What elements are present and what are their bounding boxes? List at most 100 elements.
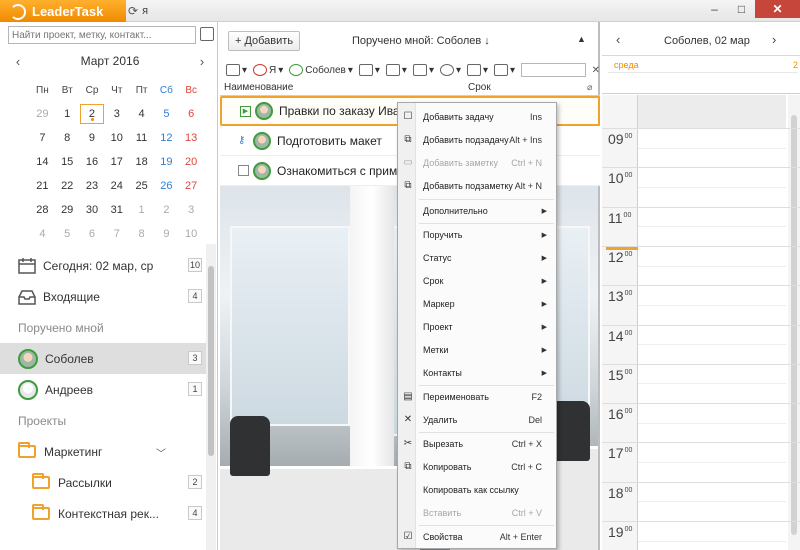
menu-item-properties[interactable]: ☑ Свойства Alt + Enter: [398, 525, 556, 548]
calendar-day[interactable]: 1: [129, 204, 154, 216]
tag-filter[interactable]: ▾: [385, 64, 407, 76]
calendar-day[interactable]: 3: [179, 204, 204, 216]
calendar-day[interactable]: 4: [30, 228, 55, 240]
column-due[interactable]: Срок: [468, 82, 491, 93]
menu-item-more[interactable]: Дополнительно ▶: [398, 199, 556, 222]
menu-item-delete[interactable]: ✕ Удалить Del: [398, 408, 556, 431]
menu-item-rename[interactable]: ▤ Переименовать F2: [398, 385, 556, 408]
calendar-icon[interactable]: [200, 27, 214, 41]
sidebar-item-today[interactable]: Сегодня: 02 мар, ср 10: [0, 250, 206, 281]
calendar-day[interactable]: 18: [129, 156, 154, 168]
menu-item-cut[interactable]: ✂ Вырезать Ctrl + X: [398, 432, 556, 455]
calendar-day[interactable]: 13: [179, 132, 204, 144]
author-filter[interactable]: Я ▾: [253, 64, 283, 76]
chevron-down-icon[interactable]: ﹀: [156, 445, 166, 460]
calendar-day[interactable]: 3: [104, 108, 129, 120]
collapse-icon[interactable]: ▲: [577, 34, 586, 44]
calendar-day-today[interactable]: 2: [79, 104, 105, 124]
calendar-day[interactable]: 14: [30, 156, 55, 168]
add-task-button[interactable]: + Добавить: [228, 31, 301, 51]
user-tab[interactable]: ⟳ я: [128, 4, 148, 18]
calendar-day[interactable]: 7: [104, 228, 129, 240]
calendar-day[interactable]: 29: [30, 108, 55, 120]
calendar-day[interactable]: 16: [80, 156, 105, 168]
menu-item-add-note[interactable]: ▭ Добавить заметку Ctrl + N: [398, 151, 556, 174]
calendar-day[interactable]: 7: [30, 132, 55, 144]
calendar-prev-button[interactable]: ‹: [10, 54, 26, 69]
calendar-day[interactable]: 27: [179, 180, 204, 192]
calendar-day[interactable]: 29: [55, 204, 80, 216]
menu-item-copy-as-link[interactable]: Копировать как ссылку: [398, 478, 556, 501]
menu-item-tags[interactable]: Метки ▶: [398, 338, 556, 361]
calendar-day[interactable]: 9: [154, 228, 179, 240]
time-filter[interactable]: ▾: [439, 64, 461, 76]
project-filter[interactable]: ▾: [358, 64, 380, 76]
day-time-grid[interactable]: 0900 1000 1100 1200 1300 1400 1500 1600 1700 1800…: [602, 95, 800, 550]
menu-item-add-subnote[interactable]: ⧉ Добавить подзаметку Alt + N: [398, 174, 556, 197]
calendar-day[interactable]: 8: [55, 132, 80, 144]
app-tab[interactable]: LeaderTask: [0, 0, 126, 22]
day-prev-button[interactable]: ‹: [616, 32, 620, 47]
task-checkbox[interactable]: [238, 165, 249, 176]
status-filter[interactable]: ▾: [494, 64, 515, 76]
calendar-day[interactable]: 4: [129, 108, 154, 120]
calendar-day[interactable]: 23: [80, 180, 105, 192]
sync-icon[interactable]: ⟳: [128, 4, 138, 18]
calendar-day[interactable]: 24: [104, 180, 129, 192]
calendar-day[interactable]: 10: [179, 228, 204, 240]
calendar-day[interactable]: 22: [55, 180, 80, 192]
marker-filter[interactable]: ▾: [467, 64, 488, 76]
calendar-day[interactable]: 20: [179, 156, 204, 168]
calendar-day[interactable]: 11: [129, 132, 154, 144]
menu-item-add-subtask[interactable]: ⧉ Добавить подзадачу Alt + Ins: [398, 128, 556, 151]
sidebar-item-mailings[interactable]: Рассылки 2: [0, 467, 206, 498]
sidebar-item-marketing[interactable]: Маркетинг ﹀: [0, 436, 206, 467]
clear-search-icon[interactable]: ✕: [592, 65, 600, 76]
task-search-input[interactable]: [521, 63, 586, 77]
calendar-day[interactable]: 8: [129, 228, 154, 240]
calendar-day[interactable]: 5: [154, 108, 179, 120]
minimize-button[interactable]: –: [701, 0, 728, 18]
menu-item-due[interactable]: Срок ▶: [398, 269, 556, 292]
menu-item-copy[interactable]: ⧉ Копировать Ctrl + C: [398, 455, 556, 478]
scrollbar-thumb[interactable]: [208, 266, 214, 456]
sidebar-item-andreev[interactable]: Андреев 1: [0, 374, 206, 405]
menu-item-assign[interactable]: Поручить ▶: [398, 223, 556, 246]
calendar-day[interactable]: 26: [154, 180, 179, 192]
calendar-day[interactable]: 21: [30, 180, 55, 192]
menu-item-project[interactable]: Проект ▶: [398, 315, 556, 338]
sidebar-item-context-ads[interactable]: Контекстная рек... 4: [0, 498, 206, 529]
menu-item-contacts[interactable]: Контакты ▶: [398, 361, 556, 384]
menu-item-status[interactable]: Статус ▶: [398, 246, 556, 269]
calendar-day[interactable]: 19: [154, 156, 179, 168]
filter-button[interactable]: ▾: [226, 64, 247, 76]
menu-item-paste[interactable]: Вставить Ctrl + V: [398, 501, 556, 524]
calendar-day[interactable]: 1: [55, 108, 80, 120]
date-filter[interactable]: ▾: [412, 64, 434, 76]
calendar-day[interactable]: 6: [80, 228, 105, 240]
calendar-day[interactable]: 12: [154, 132, 179, 144]
menu-item-marker[interactable]: Маркер ▶: [398, 292, 556, 315]
task-panel-title[interactable]: Поручено мной: Соболев ↓: [352, 35, 490, 47]
calendar-day[interactable]: 10: [104, 132, 129, 144]
calendar-day[interactable]: 28: [30, 204, 55, 216]
close-button[interactable]: ✕: [755, 0, 800, 18]
key-icon[interactable]: ⚷: [238, 135, 249, 146]
calendar-day[interactable]: 9: [80, 132, 105, 144]
sidebar-item-inbox[interactable]: Входящие 4: [0, 281, 206, 312]
menu-item-add-task[interactable]: ☐ Добавить задачу Ins: [398, 105, 556, 128]
in-progress-icon[interactable]: ▶: [240, 105, 251, 117]
sidebar-item-sobolev[interactable]: Соболев 3: [0, 343, 206, 374]
calendar-day[interactable]: 31: [104, 204, 129, 216]
assignee-filter[interactable]: Соболев ▾: [289, 64, 353, 76]
all-day-row[interactable]: среда 2: [602, 56, 800, 94]
sidebar-scrollbar[interactable]: [206, 244, 216, 550]
search-input[interactable]: [8, 26, 196, 44]
calendar-next-button[interactable]: ›: [194, 54, 210, 69]
calendar-day[interactable]: 17: [104, 156, 129, 168]
column-name[interactable]: Наименование: [224, 82, 293, 93]
calendar-day[interactable]: 30: [80, 204, 105, 216]
calendar-day[interactable]: 5: [55, 228, 80, 240]
calendar-day[interactable]: 6: [179, 108, 204, 120]
calendar-day[interactable]: 15: [55, 156, 80, 168]
